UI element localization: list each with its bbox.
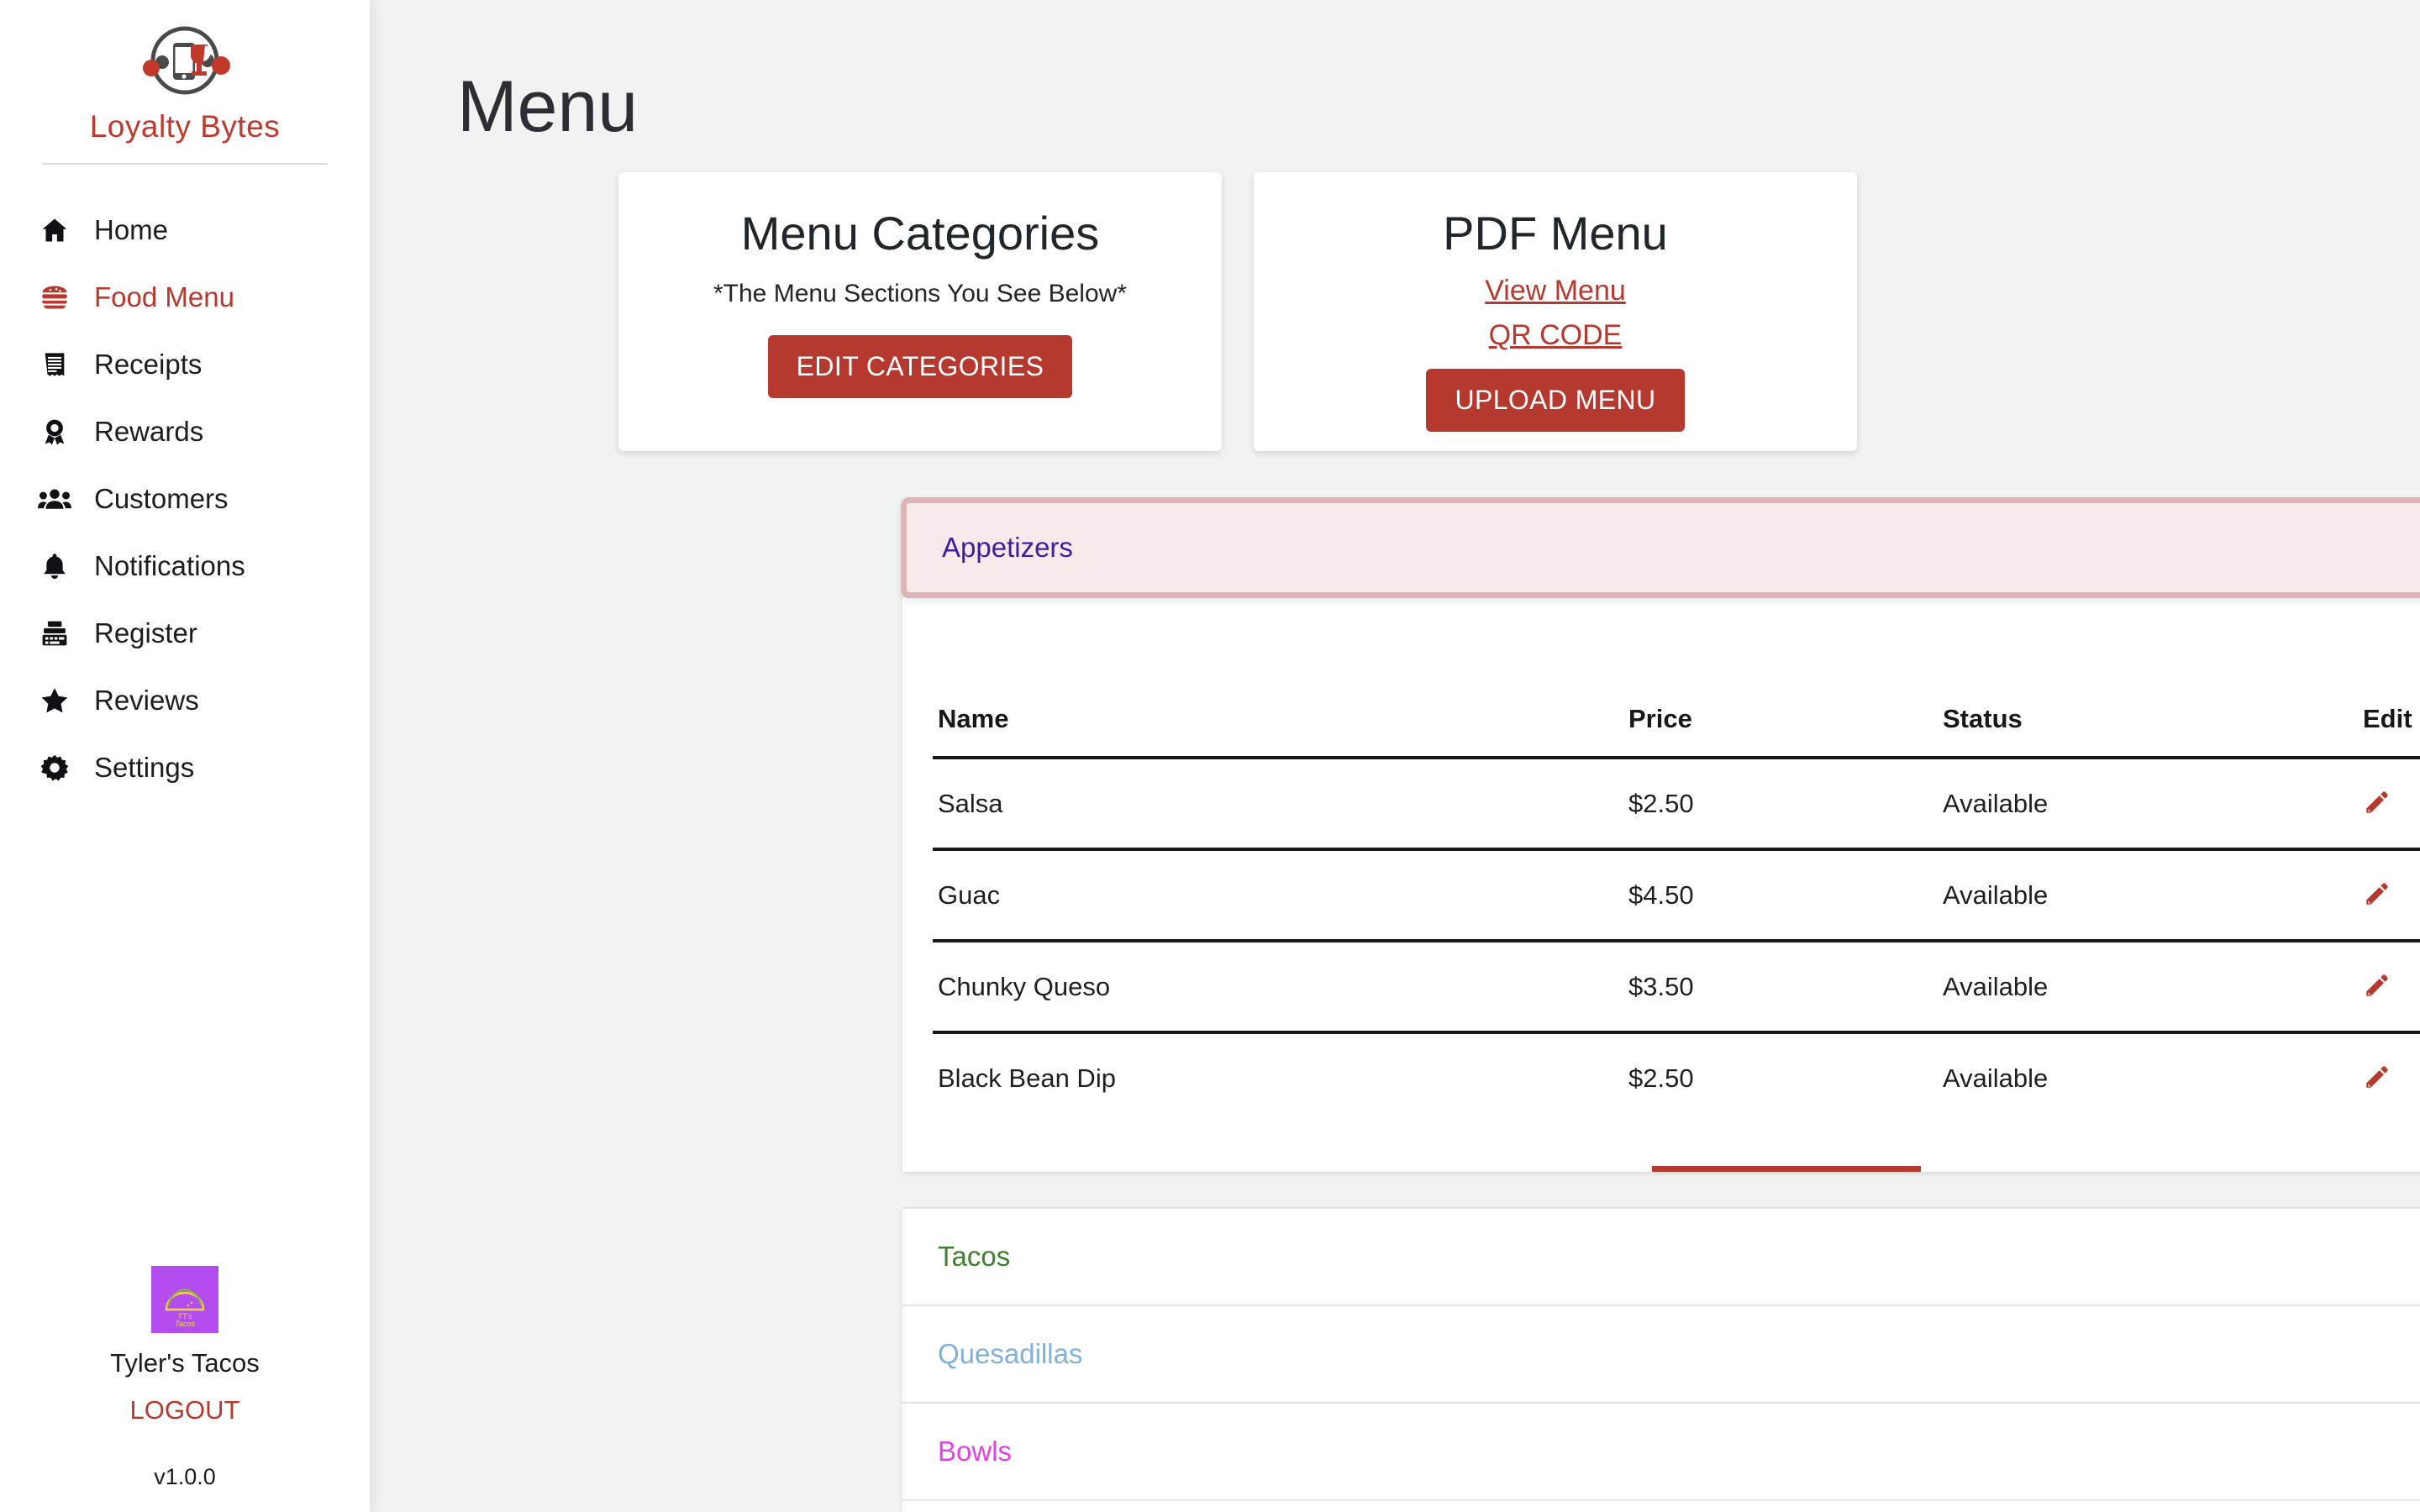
item-price: $4.50: [1628, 849, 1943, 942]
add-row: ADD +: [902, 598, 2420, 682]
sidebar-item-label: Receipts: [94, 349, 203, 380]
sidebar-item-label: Settings: [94, 752, 195, 783]
star-icon: [37, 683, 72, 718]
edit-categories-button[interactable]: EDIT CATEGORIES: [767, 335, 1073, 398]
item-name: Black Bean Dip: [938, 1063, 1116, 1093]
column-header-name: Name: [933, 704, 1628, 759]
column-header-price: Price: [1628, 704, 1943, 759]
accordion-title: Quesadillas: [938, 1338, 1083, 1369]
table-row: Guac $4.50 Available: [933, 849, 2420, 942]
bell-icon: [37, 549, 72, 584]
sidebar-item-customers[interactable]: Customers: [0, 465, 370, 533]
accordion-title: Bowls: [938, 1436, 1013, 1467]
receipt-icon: [37, 347, 72, 382]
edit-item-button[interactable]: [2363, 971, 2391, 1002]
sidebar-item-settings[interactable]: Settings: [0, 734, 370, 801]
brand-logo: Loyalty Bytes: [0, 0, 370, 144]
accordion-title: Appetizers: [942, 532, 1073, 563]
sidebar-item-label: Customers: [94, 483, 229, 514]
table-row: Salsa $2.50 Available: [933, 758, 2420, 851]
svg-text:Tacos: Tacos: [175, 1320, 195, 1328]
logout-button[interactable]: LOGOUT: [130, 1395, 240, 1425]
edit-item-button[interactable]: [2363, 788, 2391, 819]
sidebar: Loyalty Bytes Home Food Menu Receipts Re…: [0, 0, 370, 1512]
pencil-icon: [2363, 1066, 2391, 1094]
sidebar-item-label: Home: [94, 214, 169, 245]
card-title: Menu Categories: [740, 207, 1100, 260]
sidebar-footer: TT's Tacos Tyler's Tacos LOGOUT v1.0.0: [0, 1266, 370, 1512]
qr-code-link[interactable]: QR CODE: [1489, 319, 1623, 352]
item-status: Available: [1943, 849, 2363, 942]
edit-item-button[interactable]: [2363, 1063, 2391, 1094]
sidebar-item-notifications[interactable]: Notifications: [0, 533, 370, 600]
menu-items-table: Name Price Status Edit Salsa $2.50 Avail…: [933, 704, 2420, 1122]
item-name: Salsa: [933, 758, 1628, 851]
phone-trophy-circle-logo-icon: [101, 22, 269, 114]
item-price: $2.50: [1628, 758, 1943, 851]
item-status: Available: [1943, 941, 2363, 1034]
burger-icon: [37, 280, 72, 315]
accordion-header-sides[interactable]: Sides: [902, 1499, 2420, 1512]
accordion-header-bowls[interactable]: Bowls: [902, 1402, 2420, 1499]
sidebar-nav: Home Food Menu Receipts Rewards Customer…: [0, 197, 370, 801]
section-footer-divider: [1652, 1166, 1921, 1172]
edit-item-button[interactable]: [2363, 879, 2391, 911]
people-group-icon: [37, 481, 72, 517]
item-name: Chunky Queso: [933, 941, 1628, 1034]
menu-accordion: Appetizers ADD + Name Price: [901, 497, 2420, 1512]
menu-categories-card: Menu Categories *The Menu Sections You S…: [618, 172, 1222, 451]
avatar: TT's Tacos: [151, 1266, 218, 1333]
app-version: v1.0.0: [154, 1464, 216, 1489]
accordion-header-tacos[interactable]: Tacos: [902, 1207, 2420, 1305]
table-row: Black Bean Dip $2.50 Available: [933, 1032, 2420, 1122]
sidebar-divider: [42, 163, 328, 165]
business-name: Tyler's Tacos: [110, 1348, 260, 1378]
upload-menu-button[interactable]: UPLOAD MENU: [1426, 369, 1685, 432]
app-root: Loyalty Bytes Home Food Menu Receipts Re…: [0, 0, 2420, 1512]
accordion-header-quesadillas[interactable]: Quesadillas: [902, 1305, 2420, 1402]
item-status: Available: [1943, 758, 2363, 851]
top-cards: Menu Categories *The Menu Sections You S…: [618, 172, 2420, 451]
sidebar-item-reviews[interactable]: Reviews: [0, 667, 370, 734]
sidebar-item-label: Rewards: [94, 416, 204, 447]
pdf-menu-card: PDF Menu View Menu QR CODE UPLOAD MENU: [1254, 172, 1857, 451]
sidebar-item-receipts[interactable]: Receipts: [0, 331, 370, 398]
sidebar-item-home[interactable]: Home: [0, 197, 370, 264]
sidebar-item-label: Register: [94, 617, 197, 648]
accordion-title: Tacos: [938, 1241, 1011, 1272]
gear-icon: [37, 750, 72, 785]
cash-register-icon: [37, 616, 72, 651]
card-title: PDF Menu: [1443, 207, 1668, 260]
sidebar-item-label: Notifications: [94, 550, 245, 581]
sidebar-item-rewards[interactable]: Rewards: [0, 398, 370, 465]
pencil-icon: [2363, 791, 2391, 819]
table-header-row: Name Price Status Edit: [933, 704, 2420, 759]
item-name: Guac: [933, 849, 1628, 942]
table-row: Chunky Queso $3.50 Available: [933, 941, 2420, 1034]
home-icon: [37, 213, 72, 248]
sidebar-item-food-menu[interactable]: Food Menu: [0, 264, 370, 331]
item-price: $3.50: [1628, 941, 1943, 1034]
sidebar-item-register[interactable]: Register: [0, 600, 370, 667]
page-title: Menu: [457, 66, 639, 147]
brand-name: Loyalty Bytes: [89, 109, 281, 144]
accordion-body-appetizers: ADD + Name Price Status Edit Salsa: [902, 598, 2420, 1172]
sidebar-item-label: Reviews: [94, 685, 199, 716]
column-header-status: Status: [1943, 704, 2363, 759]
card-subtitle: *The Menu Sections You See Below*: [713, 280, 1127, 307]
award-medal-icon: [37, 414, 72, 449]
view-menu-link[interactable]: View Menu: [1485, 275, 1626, 307]
column-header-edit: Edit: [2363, 704, 2420, 759]
pencil-icon: [2363, 974, 2391, 1002]
accordion-header-appetizers[interactable]: Appetizers: [901, 497, 2420, 598]
item-status: Available: [1943, 1063, 2049, 1093]
item-price: $2.50: [1628, 1063, 1694, 1093]
pencil-icon: [2363, 883, 2391, 911]
main-content: Menu Menu Categories *The Menu Sections …: [370, 0, 2420, 1512]
sidebar-item-label: Food Menu: [94, 281, 234, 312]
